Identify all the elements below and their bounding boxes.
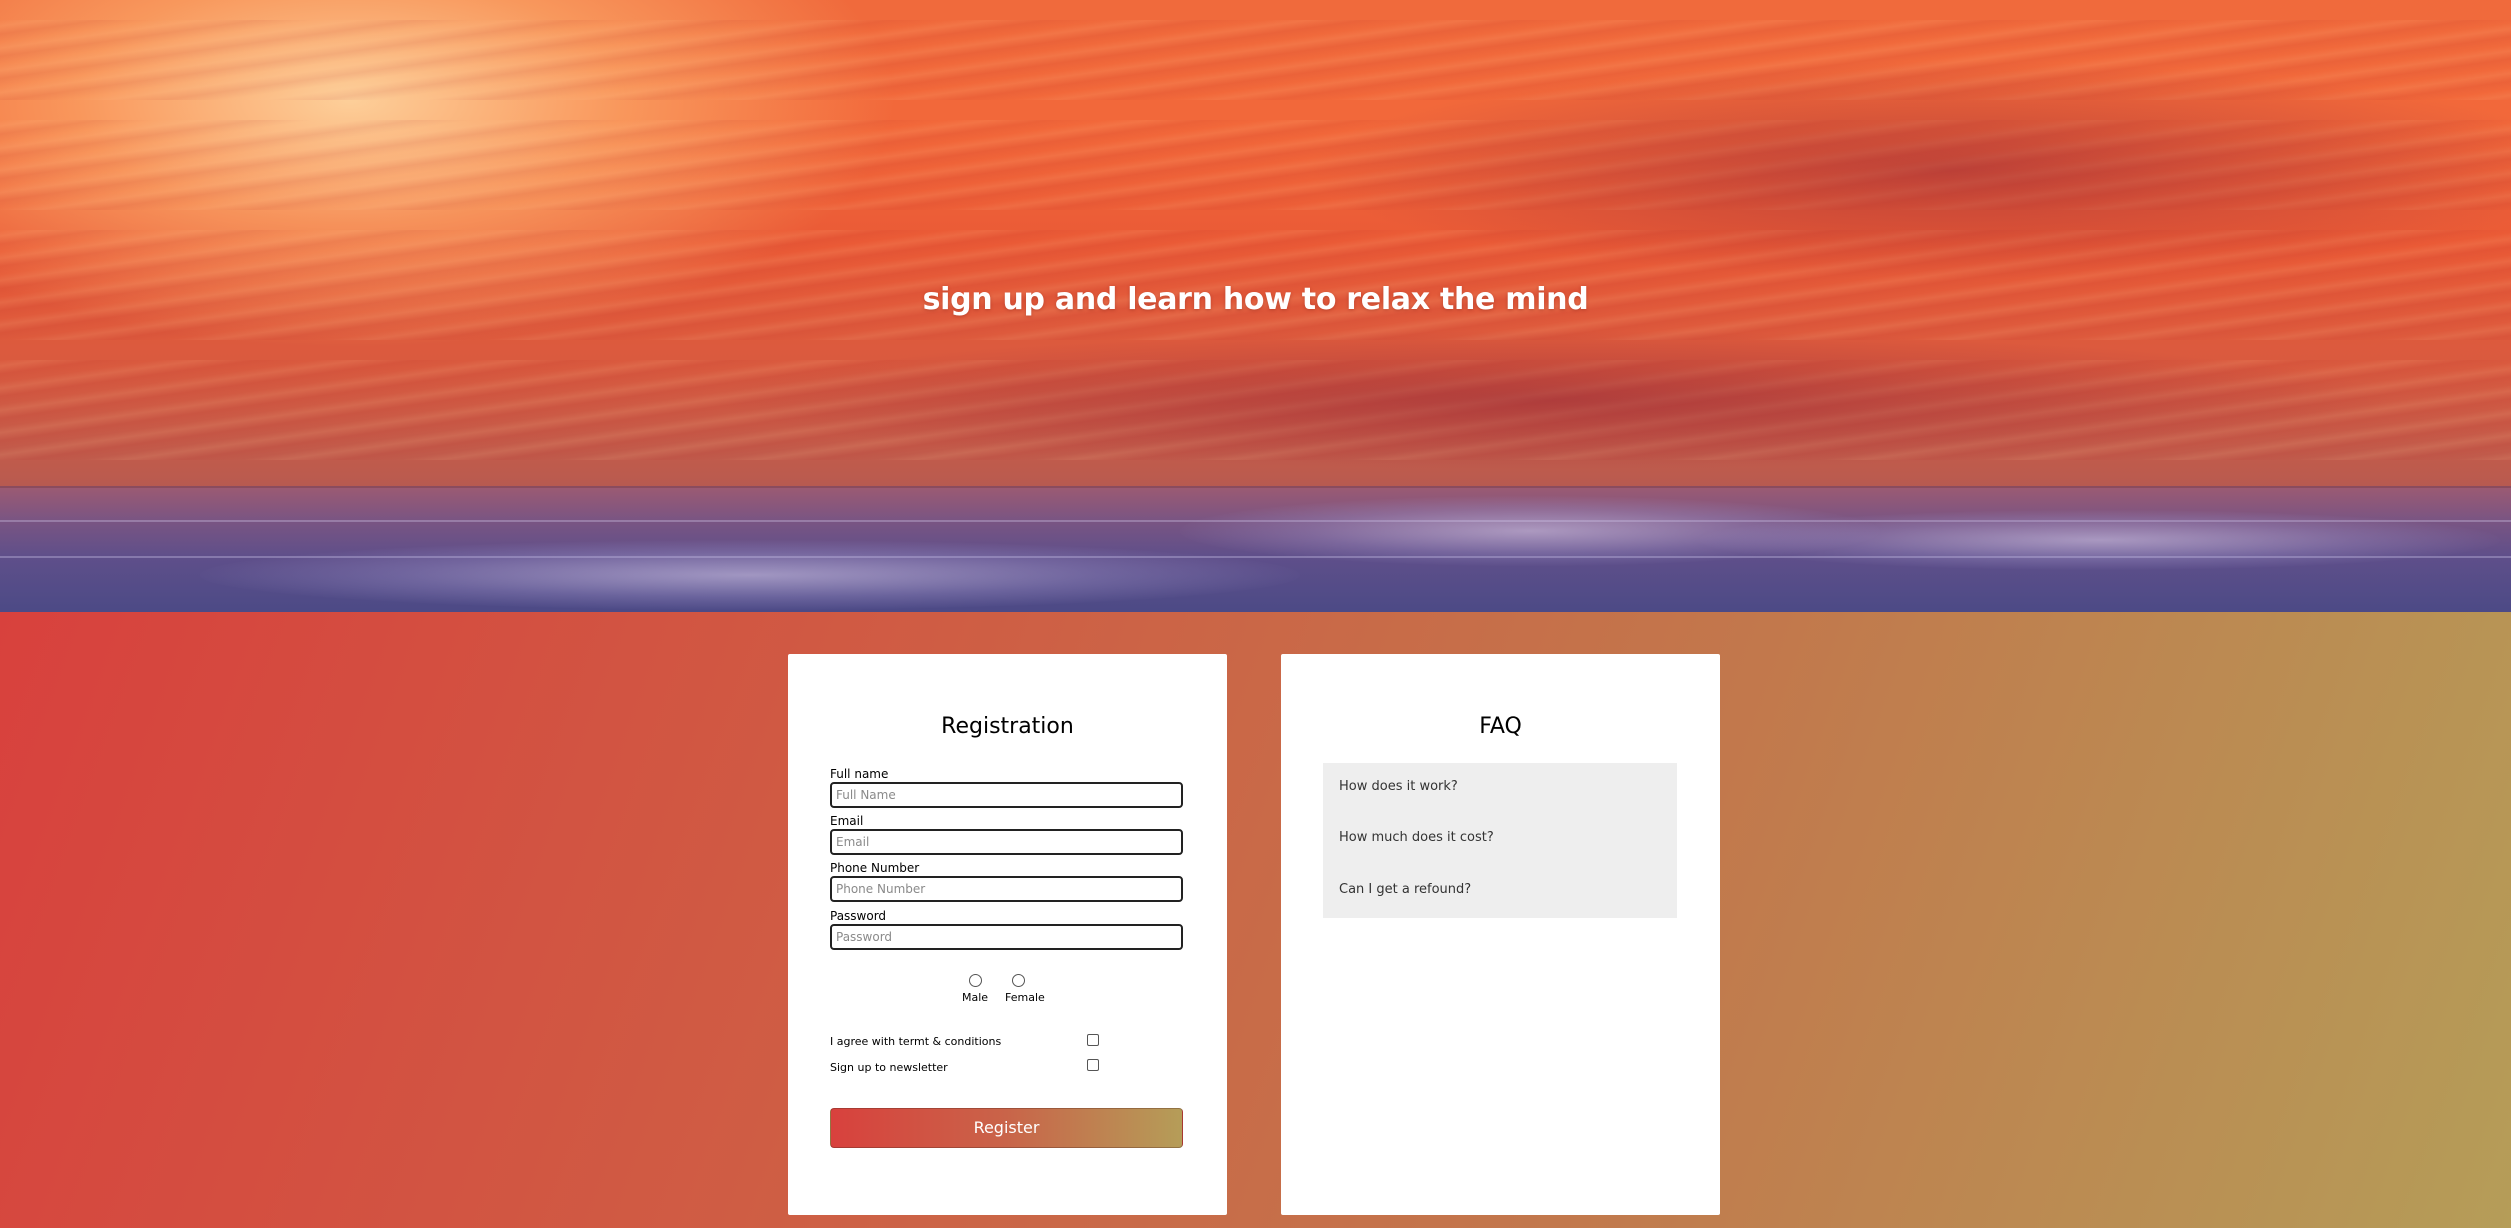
gender-option-female[interactable]: Female <box>1005 974 1045 1004</box>
faq-list: How does it work? How much does it cost?… <box>1323 763 1677 918</box>
terms-checkbox[interactable] <box>1087 1034 1099 1046</box>
wave-crest <box>200 540 1300 610</box>
female-radio[interactable] <box>1011 974 1025 987</box>
newsletter-checkbox-label: Sign up to newsletter <box>830 1061 948 1074</box>
dark-cloud <box>700 330 2400 470</box>
email-input[interactable] <box>830 829 1183 855</box>
hero-title: sign up and learn how to relax the mind <box>922 282 1589 317</box>
female-radio-label: Female <box>1005 991 1045 1004</box>
terms-checkbox-label: I agree with termt & conditions <box>830 1035 1002 1048</box>
password-label: Password <box>830 909 887 923</box>
faq-title: FAQ <box>1479 714 1522 739</box>
hero-banner: sign up and learn how to relax the mind <box>0 0 2511 612</box>
phone-number-label: Phone Number <box>830 861 920 875</box>
gender-option-male[interactable]: Male <box>962 974 988 1004</box>
password-input[interactable] <box>830 924 1183 950</box>
faq-card: FAQ How does it work? How much does it c… <box>1281 654 1720 1215</box>
wave-crest <box>1700 510 2500 570</box>
male-radio[interactable] <box>968 974 982 987</box>
registration-title: Registration <box>941 714 1074 739</box>
newsletter-checkbox[interactable] <box>1087 1059 1099 1071</box>
faq-item[interactable]: How does it work? <box>1339 779 1458 794</box>
full-name-label: Full name <box>830 767 889 781</box>
male-radio-label: Male <box>962 991 989 1004</box>
register-button[interactable]: Register <box>830 1108 1183 1148</box>
phone-number-input[interactable] <box>830 876 1183 902</box>
email-label: Email <box>830 814 864 828</box>
faq-item[interactable]: Can I get a refound? <box>1339 882 1471 897</box>
registration-card: Registration Full name Email Phone Numbe… <box>788 654 1227 1215</box>
content-section: Registration Full name Email Phone Numbe… <box>0 612 2511 1228</box>
faq-item[interactable]: How much does it cost? <box>1339 830 1494 845</box>
full-name-input[interactable] <box>830 782 1183 808</box>
